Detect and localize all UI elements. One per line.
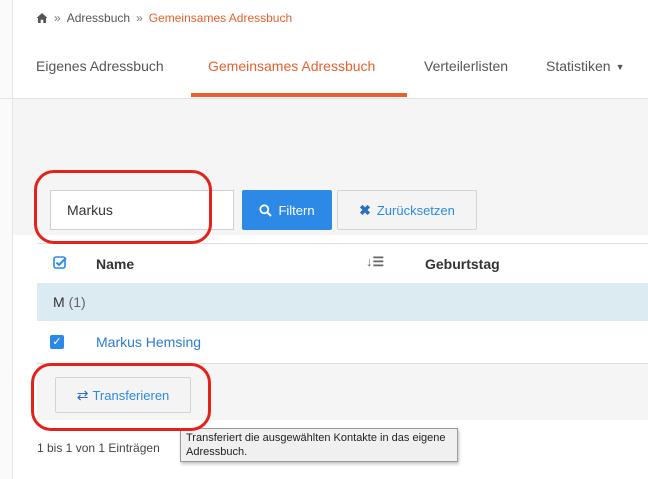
breadcrumb-separator: » bbox=[136, 11, 143, 25]
tab-bar: Eigenes Adressbuch Gemeinsames Adressbuc… bbox=[0, 40, 648, 99]
tab-eigenes-adressbuch[interactable]: Eigenes Adressbuch bbox=[36, 58, 164, 74]
reset-button-label: Zurücksetzen bbox=[376, 202, 455, 218]
entries-info: 1 bis 1 von 1 Einträgen bbox=[37, 441, 160, 455]
home-icon[interactable] bbox=[36, 12, 48, 24]
group-label: M (1) bbox=[53, 294, 86, 310]
contact-name-link[interactable]: Markus Hemsing bbox=[96, 334, 201, 350]
column-header-name[interactable]: Name bbox=[96, 256, 134, 272]
breadcrumb-item-adressbuch[interactable]: Adressbuch bbox=[67, 11, 130, 25]
search-input[interactable] bbox=[50, 190, 234, 230]
group-count: (1) bbox=[68, 294, 86, 310]
transfer-tooltip: Transferiert die ausgewählten Kontakte i… bbox=[180, 428, 458, 462]
page: » Adressbuch » Gemeinsames Adressbuch Ei… bbox=[0, 0, 648, 479]
transfer-button-label: Transferieren bbox=[92, 387, 170, 403]
group-row: M (1) bbox=[37, 283, 648, 322]
column-header-birthday[interactable]: Geburtstag bbox=[425, 256, 500, 272]
transfer-icon: ⇄ bbox=[76, 386, 89, 403]
group-letter: M bbox=[53, 294, 65, 310]
table-header: Name ↓☰ Geburtstag bbox=[37, 243, 648, 285]
active-tab-indicator bbox=[191, 93, 407, 97]
filter-button-label: Filtern bbox=[278, 202, 315, 218]
sort-icon[interactable]: ↓☰ bbox=[366, 254, 384, 270]
tab-verteilerlisten[interactable]: Verteilerlisten bbox=[424, 58, 508, 74]
filter-button[interactable]: Filtern bbox=[242, 190, 332, 230]
breadcrumb-separator: » bbox=[54, 11, 61, 25]
check-square-icon[interactable] bbox=[53, 256, 67, 270]
breadcrumb-item-current: Gemeinsames Adressbuch bbox=[148, 11, 293, 25]
table-row[interactable]: ✓ Markus Hemsing bbox=[37, 321, 648, 364]
row-checkbox[interactable]: ✓ bbox=[50, 335, 64, 349]
tab-statistiken-label: Statistiken bbox=[546, 58, 611, 74]
x-icon: ✖ bbox=[359, 201, 371, 218]
caret-down-icon: ▼ bbox=[615, 62, 625, 73]
search-icon bbox=[259, 203, 273, 217]
tab-gemeinsames-adressbuch[interactable]: Gemeinsames Adressbuch bbox=[208, 58, 375, 74]
breadcrumb: » Adressbuch » Gemeinsames Adressbuch bbox=[36, 11, 292, 25]
tab-statistiken[interactable]: Statistiken ▼ bbox=[546, 58, 625, 74]
reset-button[interactable]: ✖ Zurücksetzen bbox=[337, 190, 477, 230]
transfer-button[interactable]: ⇄ Transferieren bbox=[55, 377, 191, 413]
